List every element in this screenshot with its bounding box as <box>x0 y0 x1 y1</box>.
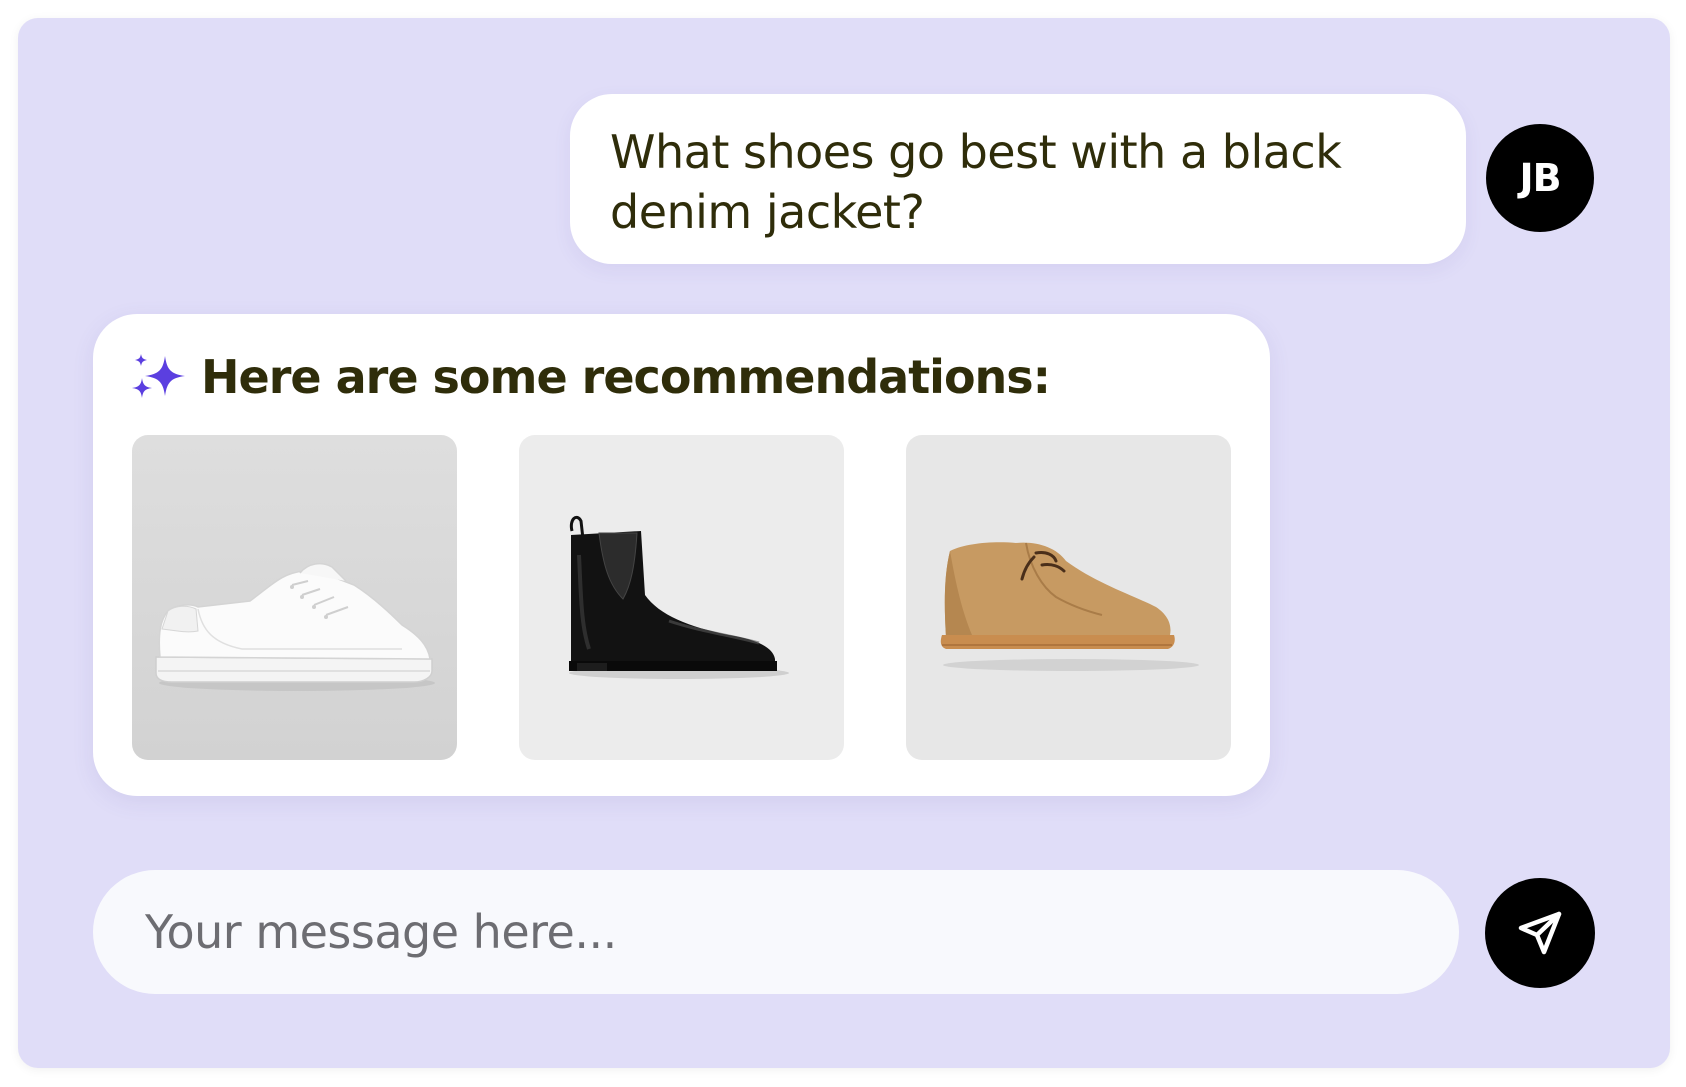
white-sneaker-image <box>155 562 435 691</box>
black-chelsea-boot-image <box>569 515 789 679</box>
send-button[interactable] <box>1485 878 1595 988</box>
user-message-text: What shoes go best with a black denim ja… <box>610 125 1342 239</box>
product-card-white-sneaker[interactable] <box>132 435 457 760</box>
assistant-heading: Here are some recommendations: <box>131 350 1051 404</box>
user-avatar[interactable]: JB <box>1486 124 1594 232</box>
chat-panel: What shoes go best with a black denim ja… <box>18 18 1670 1068</box>
tan-desert-boot-image <box>940 542 1199 671</box>
assistant-heading-text: Here are some recommendations: <box>201 350 1051 404</box>
product-card-chelsea-boot[interactable] <box>519 435 844 760</box>
product-recommendations <box>132 435 1231 760</box>
sparkle-icon <box>132 354 185 398</box>
message-input[interactable] <box>143 904 1409 960</box>
message-composer <box>93 870 1459 994</box>
product-card-desert-boot[interactable] <box>906 435 1231 760</box>
user-message-bubble: What shoes go best with a black denim ja… <box>570 94 1466 264</box>
assistant-message-card: Here are some recommendations: <box>93 314 1270 796</box>
send-icon <box>1518 911 1562 955</box>
